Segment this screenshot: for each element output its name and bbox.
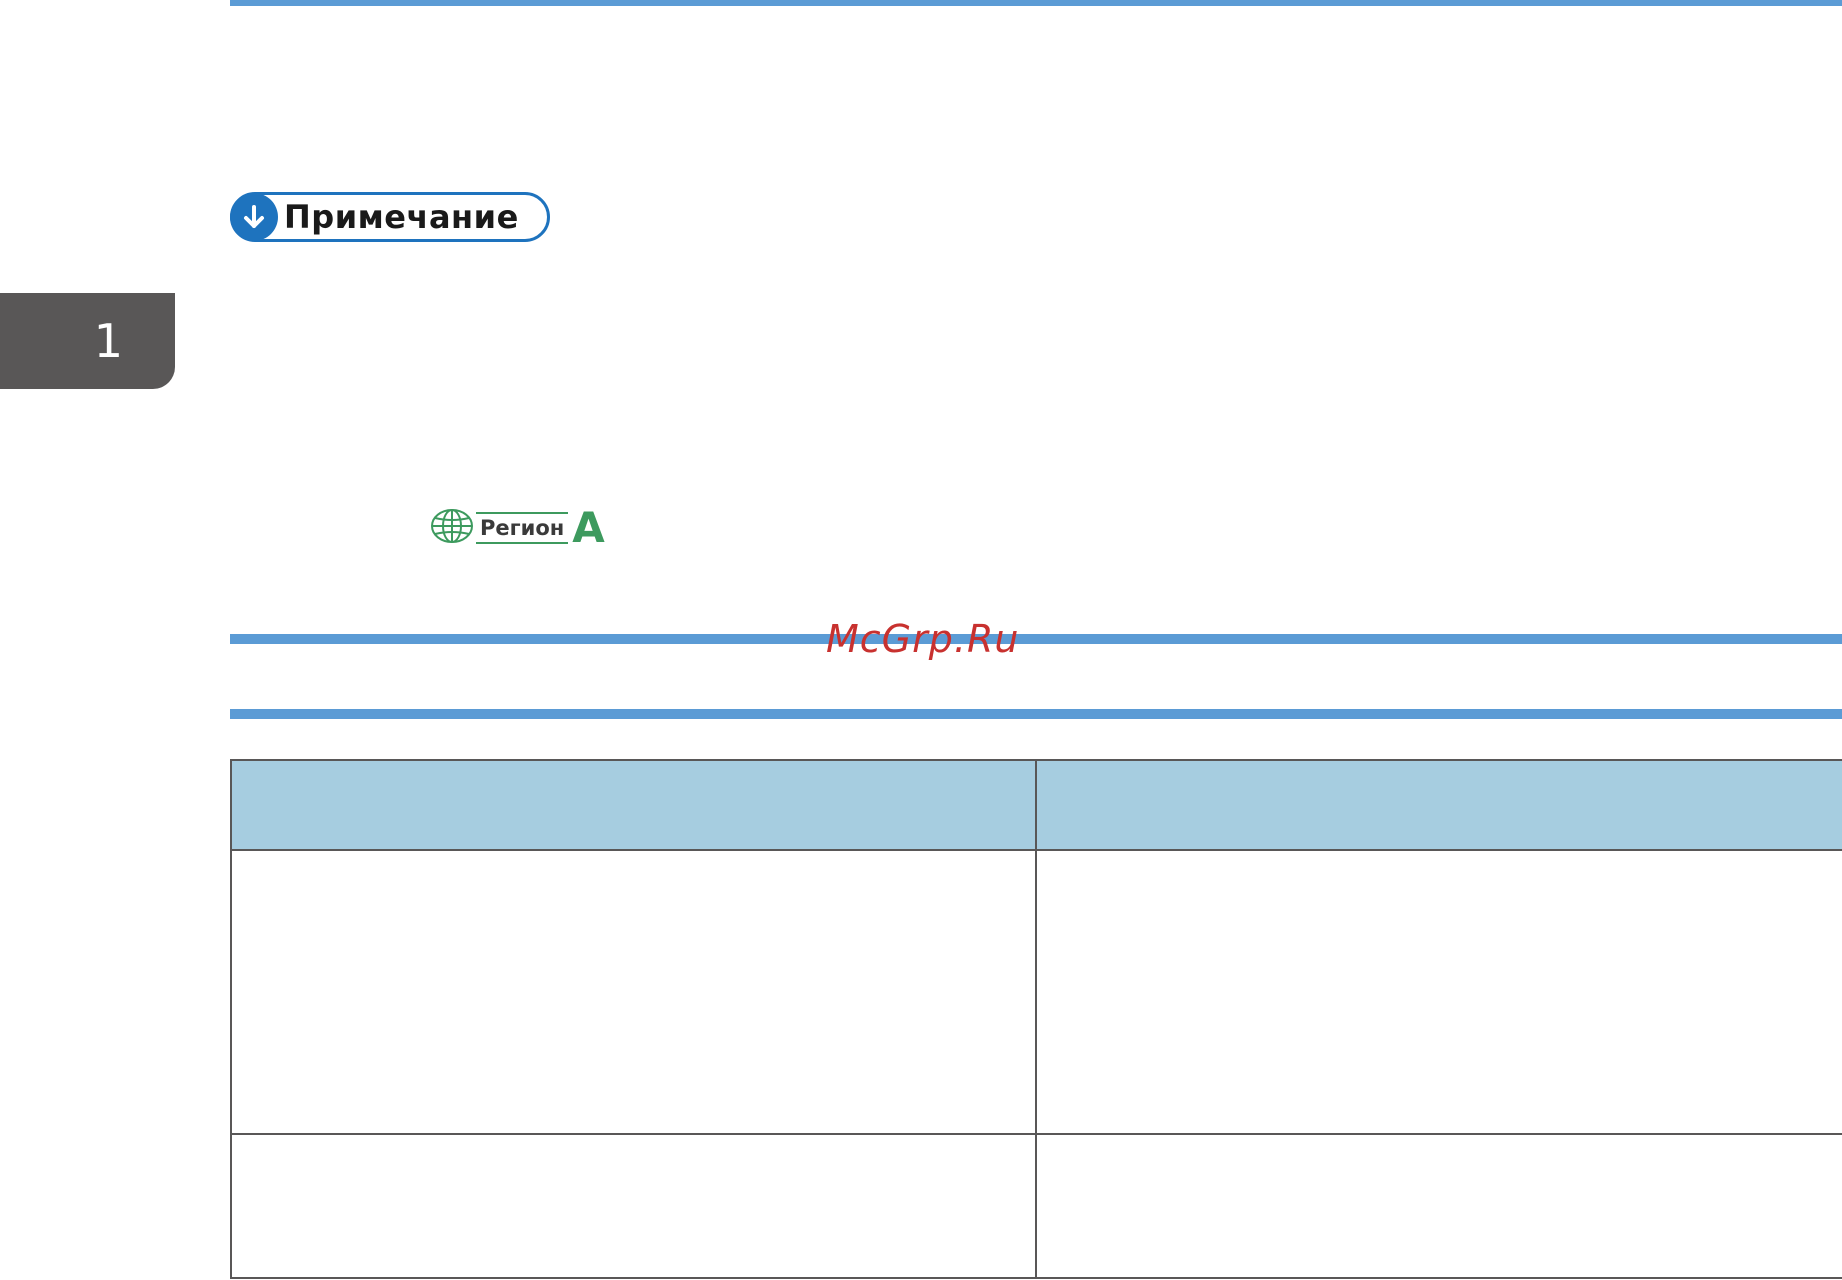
table-cell — [230, 1133, 1037, 1279]
down-arrow-icon — [230, 193, 278, 241]
table-cell — [1035, 849, 1842, 1135]
table-header-cell — [1035, 759, 1842, 851]
info-table — [230, 759, 1842, 1279]
globe-icon — [430, 508, 474, 549]
chapter-tab: 1 — [0, 293, 175, 389]
table-header-row — [230, 759, 1842, 851]
section-rule-lower — [230, 709, 1842, 719]
table-row — [230, 1133, 1842, 1279]
table-row — [230, 849, 1842, 1135]
region-label-frame: Регион — [476, 508, 569, 548]
region-badge: Регион A — [430, 503, 605, 552]
watermark: McGrp.Ru — [826, 617, 1020, 661]
section-rule-upper — [230, 634, 1842, 644]
note-label: Примечание — [284, 198, 519, 236]
region-label: Регион — [480, 516, 565, 540]
chapter-number: 1 — [93, 314, 123, 368]
top-rule — [230, 0, 1842, 6]
region-letter: A — [572, 503, 605, 552]
table-header-cell — [230, 759, 1037, 851]
table-cell — [230, 849, 1037, 1135]
note-badge: Примечание — [230, 192, 550, 242]
table-cell — [1035, 1133, 1842, 1279]
